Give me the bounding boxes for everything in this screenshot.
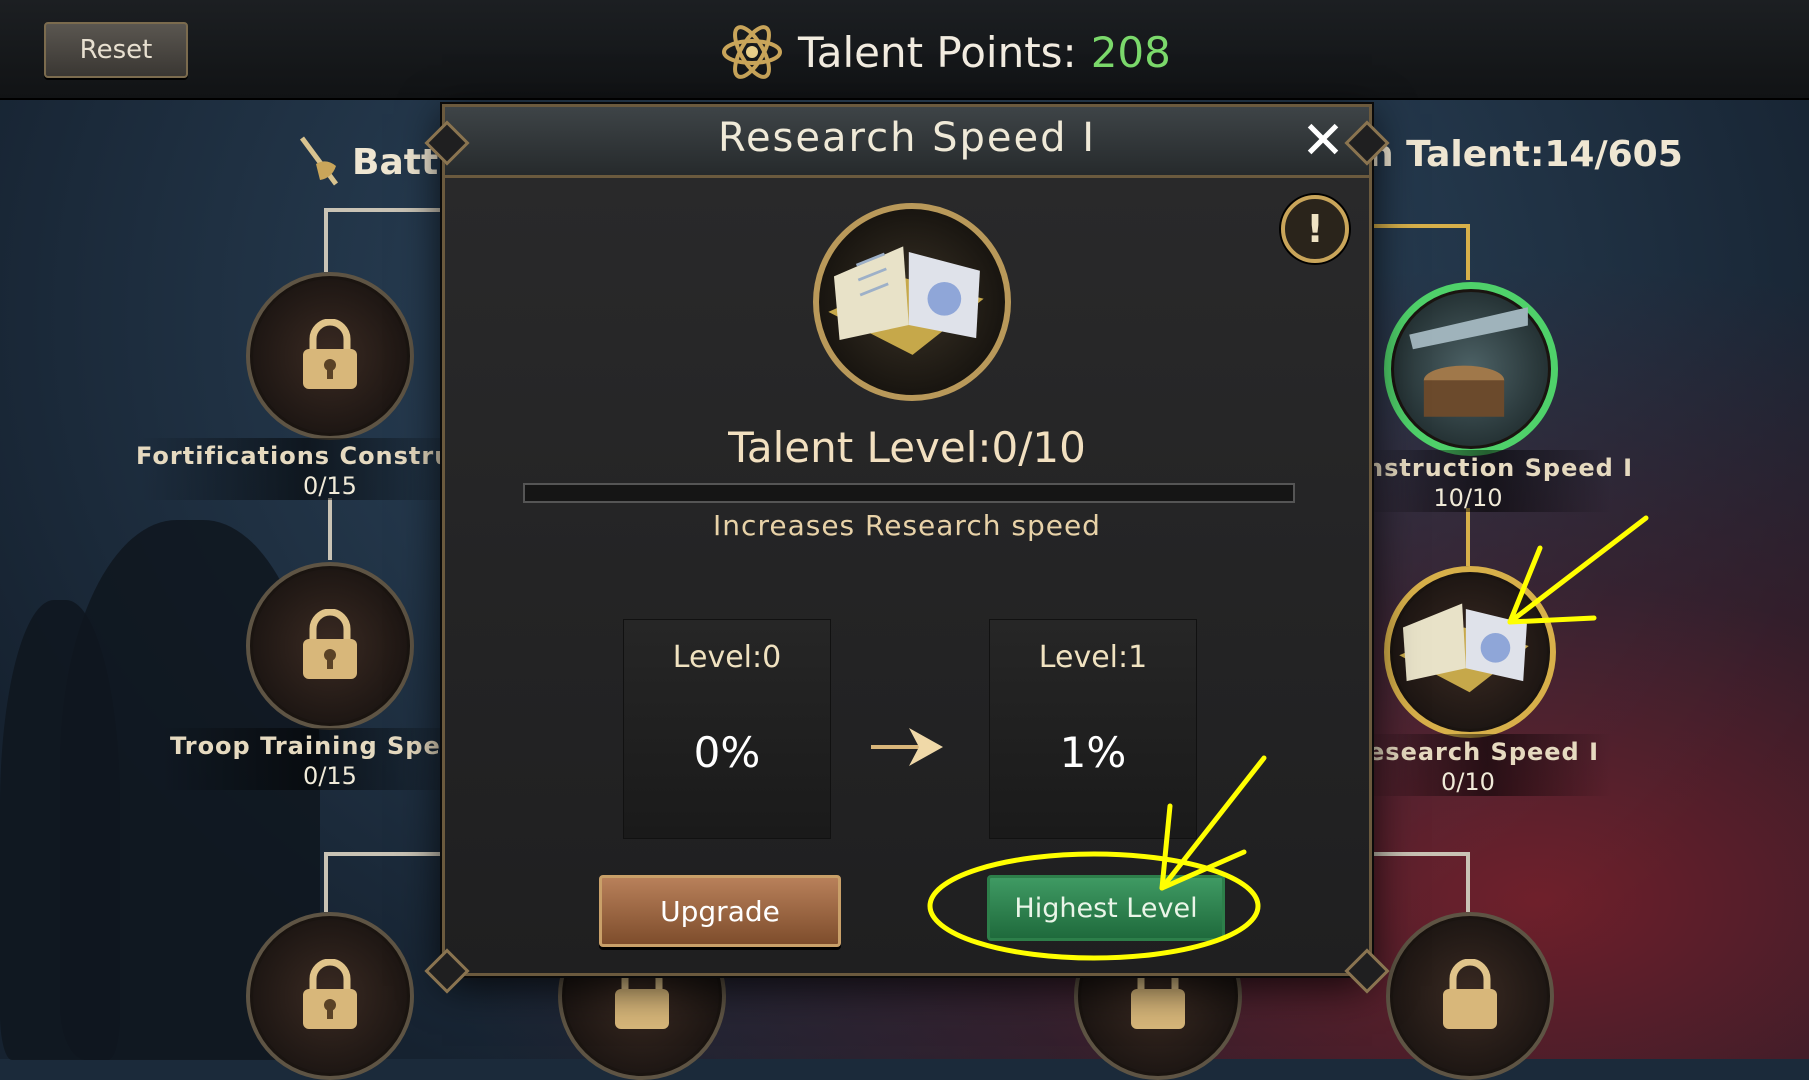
talent-detail-dialog: Research Speed I ✕ ! Talent Level:0/10 I… — [424, 104, 1390, 994]
current-level-box: Level:0 0% — [623, 619, 831, 839]
talent-node-locked[interactable] — [246, 912, 414, 1080]
highest-level-button[interactable]: Highest Level — [987, 875, 1225, 941]
talent-node-construction-speed[interactable] — [1384, 282, 1558, 456]
tree-line — [1366, 224, 1470, 228]
upgrade-button[interactable]: Upgrade — [599, 875, 841, 947]
battle-icon — [299, 136, 339, 186]
background-silhouette — [0, 600, 120, 1060]
tree-line — [1466, 508, 1470, 566]
dialog-title: Research Speed I — [717, 115, 1097, 161]
close-icon: ✕ — [1301, 111, 1345, 171]
talent-description: Increases Research speed — [713, 509, 1101, 542]
node-count: 0/15 — [303, 472, 357, 500]
tree-line — [324, 852, 328, 912]
tree-line — [324, 208, 328, 272]
node-count: 0/10 — [1441, 768, 1495, 796]
next-level-value: 1% — [1059, 728, 1127, 777]
current-level-label: Level:0 — [672, 640, 782, 675]
node-label: Troop Training Spee — [170, 732, 459, 760]
talent-node-research-speed[interactable] — [1384, 566, 1556, 738]
tree-line — [328, 498, 332, 560]
talent-node-fortifications[interactable] — [246, 272, 414, 440]
tree-line — [1466, 852, 1470, 912]
talent-level: Talent Level:0/10 — [728, 423, 1086, 472]
talent-node-troop-training[interactable] — [246, 562, 414, 730]
close-button[interactable]: ✕ — [1295, 113, 1351, 169]
talent-icon — [813, 203, 1011, 401]
talent-node-locked[interactable] — [1386, 912, 1554, 1080]
tree-line — [1366, 852, 1470, 856]
reset-button[interactable]: Reset — [44, 22, 188, 78]
talent-points: Talent Points: 208 — [720, 22, 1171, 82]
book-icon — [828, 246, 984, 355]
talent-points-value: 208 — [1090, 27, 1171, 77]
level-progress-bar — [523, 483, 1295, 503]
arrow-right-icon — [871, 728, 943, 766]
dialog-header: Research Speed I ✕ — [445, 107, 1369, 178]
lock-icon — [303, 319, 357, 389]
info-button[interactable]: ! — [1281, 195, 1349, 263]
node-label: esearch Speed I — [1368, 738, 1600, 766]
node-label: nstruction Speed I — [1366, 454, 1634, 482]
node-count: 0/15 — [303, 762, 357, 790]
node-label: Fortifications Construc — [136, 442, 468, 470]
tree-line — [324, 852, 442, 856]
tree-line — [324, 208, 442, 212]
lock-icon — [303, 609, 357, 679]
top-bar: Reset Talent Points: 208 — [0, 0, 1809, 100]
next-level-box: Level:1 1% — [989, 619, 1197, 839]
lock-icon — [1443, 959, 1497, 1029]
saw-stump-icon — [1409, 307, 1528, 417]
book-icon — [1399, 603, 1529, 693]
lock-icon — [303, 959, 357, 1029]
atom-icon — [722, 25, 782, 79]
info-icon: ! — [1306, 207, 1324, 251]
current-level-value: 0% — [693, 728, 761, 777]
node-count: 10/10 — [1433, 484, 1503, 512]
right-section-title: n Talent:14/605 — [1368, 134, 1683, 175]
talent-points-label: Talent Points: — [798, 27, 1077, 77]
next-level-label: Level:1 — [1038, 640, 1148, 675]
tree-line — [1466, 224, 1470, 280]
